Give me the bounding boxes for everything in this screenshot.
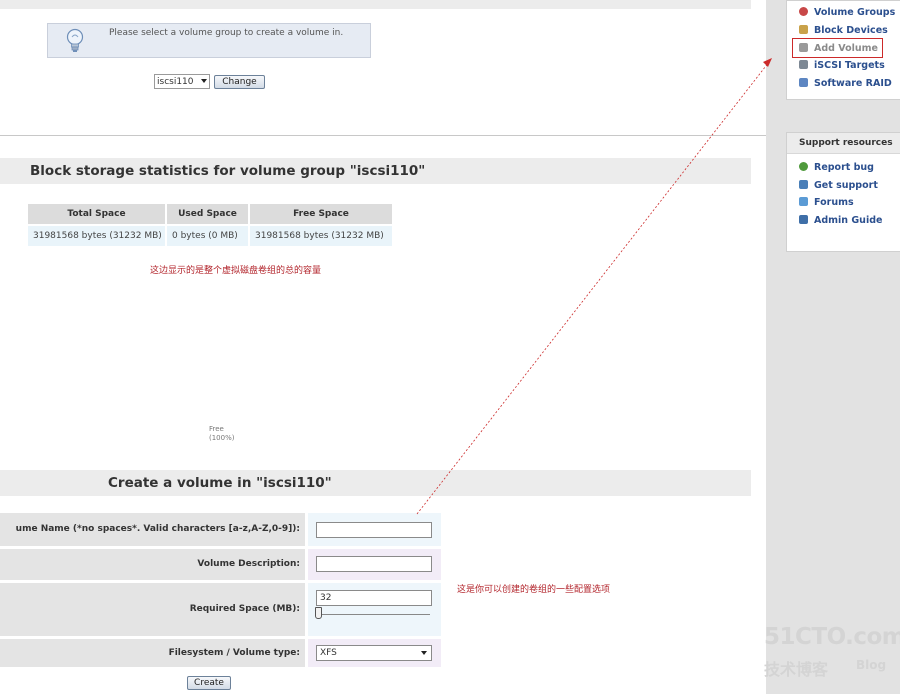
sidebar-item-label: Admin Guide xyxy=(814,215,883,226)
info-message: Please select a volume group to create a… xyxy=(109,28,344,38)
admin-guide-icon xyxy=(799,215,808,224)
watermark-line-2: 技术博客 xyxy=(764,660,829,679)
sidebar-item-label: Volume Groups xyxy=(814,7,896,18)
watermark: 51CTO.com 技术博客 Blog xyxy=(764,622,900,682)
watermark-line-3: Blog xyxy=(856,658,887,672)
sidebar-item-label: Block Devices xyxy=(814,25,888,36)
form-row-required-space: Required Space (MB): 32 xyxy=(0,583,441,636)
sidebar-item-label: Get support xyxy=(814,180,878,191)
chevron-down-icon xyxy=(421,651,427,655)
sidebar-item-iscsi-targets[interactable]: iSCSI Targets xyxy=(799,60,885,71)
sidebar-item-block-devices[interactable]: Block Devices xyxy=(799,25,888,36)
form-row-filesystem: Filesystem / Volume type: XFS xyxy=(0,639,441,667)
space-slider-track[interactable] xyxy=(318,614,430,615)
create-section-title: Create a volume in "iscsi110" xyxy=(0,470,751,496)
sidebar-item-get-support[interactable]: Get support xyxy=(799,180,878,191)
watermark-line-1: 51CTO.com xyxy=(764,624,900,650)
pie-label-free: Free xyxy=(209,425,224,433)
table-row: 31981568 bytes (31232 MB) 0 bytes (0 MB)… xyxy=(28,226,392,246)
pie-chart-label: Free (100%) xyxy=(209,425,234,443)
stats-table: Total Space Used Space Free Space 319815… xyxy=(26,202,394,248)
sidebar-item-forums[interactable]: Forums xyxy=(799,197,854,208)
block-devices-icon xyxy=(799,25,808,34)
filesystem-label: Filesystem / Volume type: xyxy=(0,639,305,667)
pie-label-percent: (100%) xyxy=(209,434,235,442)
sidebar-item-label: iSCSI Targets xyxy=(814,60,885,71)
filesystem-select[interactable]: XFS xyxy=(316,645,432,661)
stats-section-title: Block storage statistics for volume grou… xyxy=(0,158,751,184)
volume-name-cell xyxy=(308,513,441,546)
volume-description-cell xyxy=(308,549,441,580)
software-raid-icon xyxy=(799,78,808,87)
stats-title-text: Block storage statistics for volume grou… xyxy=(30,163,426,179)
stats-annotation: 这边显示的是整个虚拟磁盘卷组的总的容量 xyxy=(150,266,322,276)
support-icon xyxy=(799,180,808,189)
cell-used-space: 0 bytes (0 MB) xyxy=(167,226,248,246)
volume-description-input[interactable] xyxy=(316,556,432,572)
col-used-space: Used Space xyxy=(167,204,248,224)
sidebar: Volume Groups Block Devices Add Volume i… xyxy=(766,0,900,694)
required-space-label: Required Space (MB): xyxy=(0,583,305,636)
space-slider-thumb[interactable] xyxy=(315,607,322,619)
volume-group-select-value: iscsi110 xyxy=(157,77,194,87)
required-space-input[interactable]: 32 xyxy=(316,590,432,606)
support-panel: Support resources Report bug Get support… xyxy=(786,132,900,252)
create-annotation: 这是你可以创建的卷组的一些配置选项 xyxy=(457,585,611,595)
sidebar-item-label: Report bug xyxy=(814,162,874,173)
col-free-space: Free Space xyxy=(250,204,392,224)
main-content: Please select a volume group to create a… xyxy=(0,0,766,694)
sidebar-item-report-bug[interactable]: Report bug xyxy=(799,162,874,173)
volume-group-select[interactable]: iscsi110 xyxy=(154,74,210,89)
lightbulb-icon xyxy=(66,28,84,52)
cell-total-space: 31981568 bytes (31232 MB) xyxy=(28,226,165,246)
bug-icon xyxy=(799,162,808,171)
sidebar-item-admin-guide[interactable]: Admin Guide xyxy=(799,215,882,226)
sidebar-item-software-raid[interactable]: Software RAID xyxy=(799,78,892,89)
form-row-volume-description: Volume Description: xyxy=(0,549,441,580)
create-button[interactable]: Create xyxy=(187,676,231,690)
sidebar-item-label: Forums xyxy=(814,197,854,208)
required-space-cell: 32 xyxy=(308,583,441,636)
change-button[interactable]: Change xyxy=(214,75,265,89)
top-bar xyxy=(0,0,751,9)
col-total-space: Total Space xyxy=(28,204,165,224)
divider xyxy=(0,135,766,136)
filesystem-cell: XFS xyxy=(308,639,441,667)
form-row-volume-name: ume Name (*no spaces*. Valid characters … xyxy=(0,513,441,546)
create-title-text: Create a volume in "iscsi110" xyxy=(108,475,332,491)
iscsi-targets-icon xyxy=(799,60,808,69)
volume-groups-icon xyxy=(799,7,808,16)
forums-icon xyxy=(799,197,808,206)
filesystem-select-value: XFS xyxy=(320,648,337,658)
volume-name-label: ume Name (*no spaces*. Valid characters … xyxy=(0,513,305,546)
volume-description-label: Volume Description: xyxy=(0,549,305,580)
support-panel-title: Support resources xyxy=(787,133,900,154)
cell-free-space: 31981568 bytes (31232 MB) xyxy=(250,226,392,246)
sidebar-item-volume-groups[interactable]: Volume Groups xyxy=(799,7,895,18)
stats-header-row: Total Space Used Space Free Space xyxy=(28,204,392,224)
info-box: Please select a volume group to create a… xyxy=(47,23,371,58)
add-volume-highlight-box xyxy=(792,38,883,58)
chevron-down-icon xyxy=(201,79,207,83)
volume-name-input[interactable] xyxy=(316,522,432,538)
sidebar-item-label: Software RAID xyxy=(814,78,892,89)
